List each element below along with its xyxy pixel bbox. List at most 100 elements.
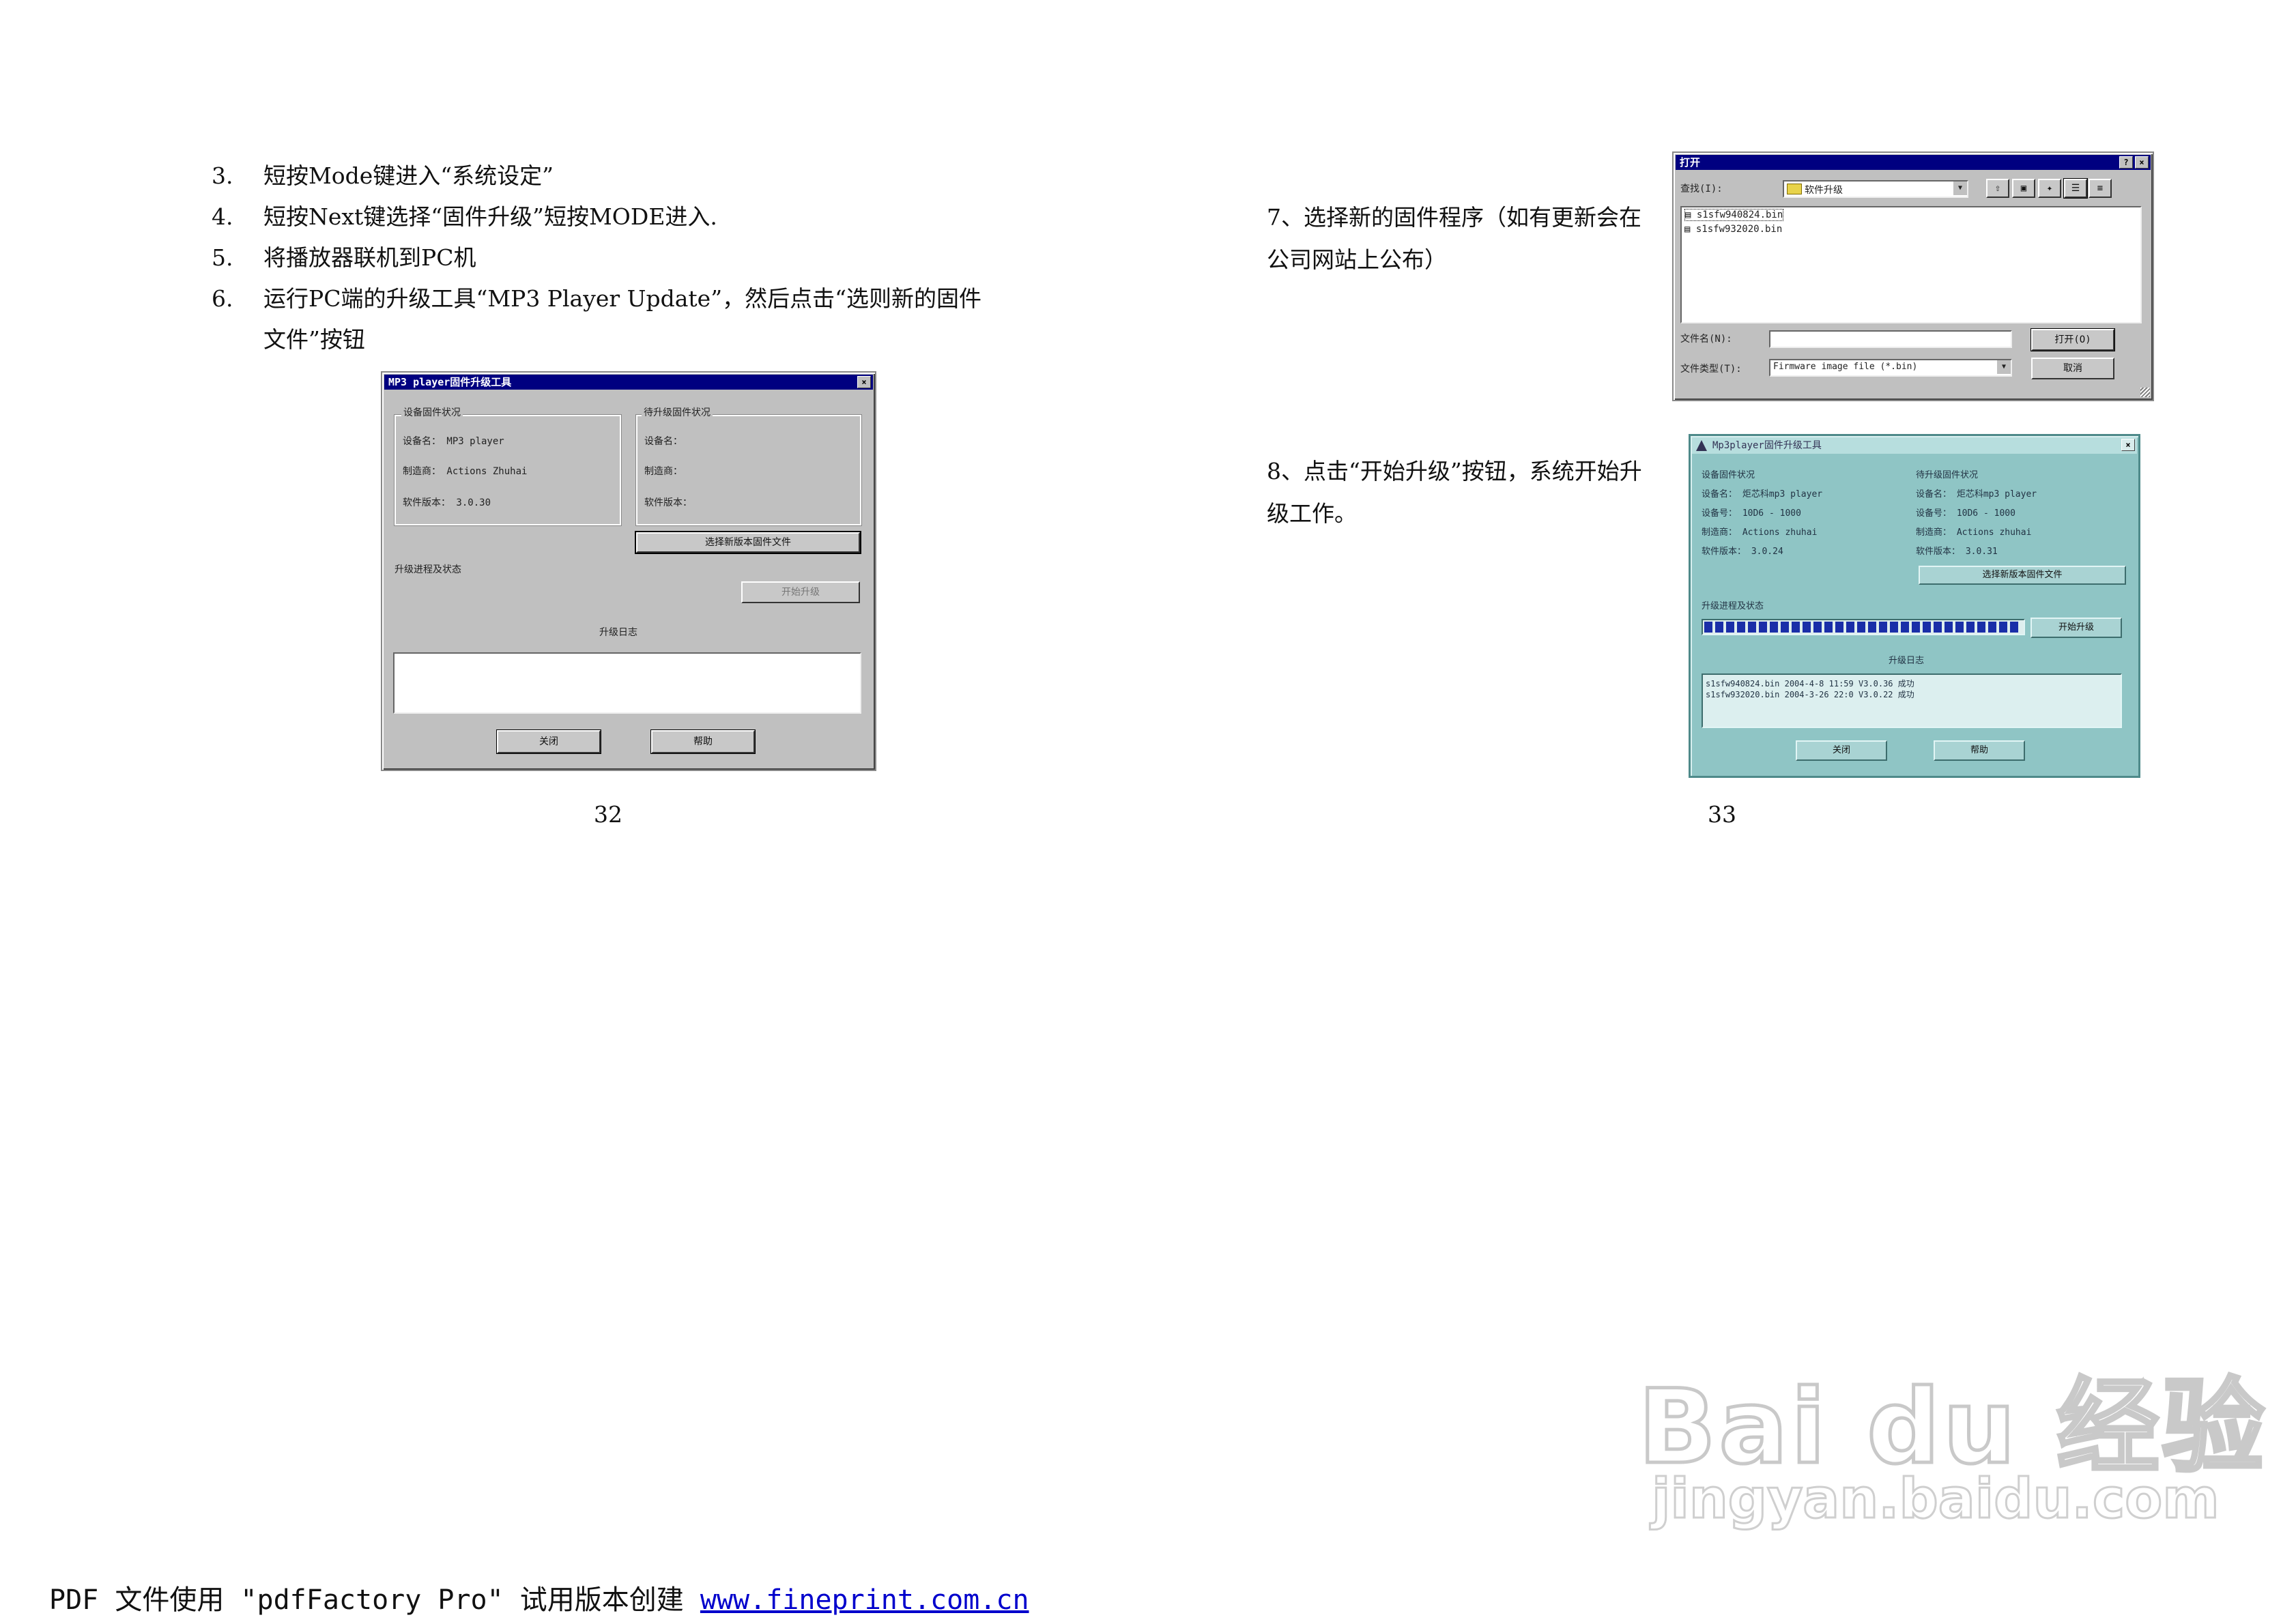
step-7-text: 7、选择新的固件程序（如有更新会在公司网站上公布） [1267,204,1641,273]
new-version-label: 软件版本： 3.0.31 [1916,547,1998,557]
open-dialog-titlebar: 打开 × ? [1676,155,2151,170]
device-group-title: 设备固件状况 [401,405,463,419]
list-view-icon[interactable]: ☰ [2064,179,2087,198]
log-line: s1sfw940824.bin 2004-4-8 11:59 V3.0.36 成… [1706,679,1914,688]
lookin-value: 软件升级 [1805,185,1843,196]
new-device-id-label: 设备号： 10D6 - 1000 [1916,508,2015,519]
help-button[interactable]: 帮助 [651,730,755,753]
page-number-32: 32 [594,801,622,828]
step-4: 4. 短按Next键选择“固件升级”短按MODE进入. [212,203,717,230]
new-group-title: 待升级固件状况 [642,405,713,419]
log-box: s1sfw940824.bin 2004-4-8 11:59 V3.0.36 成… [1702,673,2122,728]
pdf-footer: PDF 文件使用 "pdfFactory Pro" 试用版本创建 www.fin… [49,1578,1029,1617]
start-upgrade-button[interactable]: 开始升级 [2030,618,2122,638]
folder-icon [1787,184,1802,194]
up-folder-icon[interactable]: ⇧ [1986,179,2009,198]
progress-segment [1868,622,1876,633]
progress-segment [1748,622,1756,633]
device-name-label: 设备名： MP3 player [403,436,504,447]
progress-fill [1703,620,2024,634]
filename-label: 文件名(N): [1680,334,1732,345]
manufacturer-label: 制造商： Actions Zhuhai [403,466,528,477]
log-line: s1sfw932020.bin 2004-3-26 22:0 V3.0.22 成… [1706,690,1914,699]
progress-segment [1704,622,1712,633]
progress-segment [1759,622,1767,633]
progress-segment [1737,622,1745,633]
dialog-titlebar: MP3 player固件升级工具 × [384,375,873,390]
progress-segment [1824,622,1833,633]
file-item[interactable]: ▤ s1sfw940824.bin [1684,209,1784,221]
cancel-button[interactable]: 取消 [2031,358,2114,379]
app-icon [1696,440,1707,451]
close-button[interactable]: 关闭 [497,730,601,753]
lookin-dropdown[interactable]: 软件升级 ▼ [1783,180,1968,198]
upgrade-tool-dialog: MP3 player固件升级工具 × 设备固件状况 设备名： MP3 playe… [381,371,876,771]
chevron-down-icon[interactable]: ▼ [1997,360,2011,374]
device-id-label: 设备号： 10D6 - 1000 [1702,508,1801,519]
baidu-watermark-url: jingyan.baidu.com [1651,1466,2221,1532]
log-box [393,652,861,714]
log-label: 升级日志 [1889,656,1925,666]
file-icon: ▤ [1685,209,1697,220]
file-list: ▤ s1sfw940824.bin ▤ s1sfw932020.bin [1680,206,2142,323]
progress-segment [1890,622,1898,633]
new-device-name-label: 设备名： [644,436,683,447]
progress-segment [1846,622,1854,633]
progress-segment [1879,622,1887,633]
new-folder-icon[interactable]: ✦ [2038,179,2061,198]
step-6: 6. 运行PC端的升级工具“MP3 Player Update”，然后点击“选则新… [212,285,981,312]
close-icon[interactable]: × [857,376,871,388]
device-name-label: 设备名： 炬芯科mp3 player [1702,489,1823,499]
new-version-label: 软件版本： [644,497,692,508]
progress-segment [1792,622,1800,633]
progress-segment [1955,622,1964,633]
progress-segment [1835,622,1843,633]
progress-label: 升级进程及状态 [1702,601,1764,611]
details-view-icon[interactable]: ≡ [2089,179,2112,198]
left-page-steps: 3. 短按Mode键进入“系统设定” 4. 短按Next键选择“固件升级”短按MOD… [212,156,981,360]
close-icon[interactable]: × [2135,156,2149,169]
page-number-33: 33 [1708,801,1736,828]
footer-link[interactable]: www.fineprint.com.cn [700,1584,1029,1616]
file-icon: ▤ [1684,224,1696,235]
file-item[interactable]: ▤ s1sfw932020.bin [1684,224,1782,235]
progress-bar [1702,619,2025,635]
filetype-value: Firmware image file (*.bin) [1773,362,1918,372]
progress-segment [2010,622,2018,633]
close-button[interactable]: 关闭 [1796,740,1887,761]
filename-input[interactable] [1769,330,2012,348]
resize-grip-icon[interactable] [2140,388,2150,397]
select-firmware-button[interactable]: 选择新版本固件文件 [636,532,860,553]
progress-segment [1770,622,1778,633]
chevron-down-icon[interactable]: ▼ [1953,182,1967,195]
open-button[interactable]: 打开(O) [2031,329,2114,351]
help-button[interactable]: 帮助 [1934,740,2025,761]
device-group-title: 设备固件状况 [1702,470,1755,480]
filetype-label: 文件类型(T): [1680,364,1742,375]
select-firmware-button[interactable]: 选择新版本固件文件 [1919,566,2126,585]
progress-segment [1923,622,1931,633]
step-5: 5. 将播放器联机到PC机 [212,244,476,271]
software-version-label: 软件版本： 3.0.30 [403,497,491,508]
progress-segment [1945,622,1953,633]
step-8-text: 8、点击“开始升级”按钮，系统开始升级工作。 [1267,458,1642,527]
upgrade-status-label: 升级进程及状态 [394,564,461,575]
lookin-label: 查找(I): [1680,184,1723,194]
filetype-dropdown[interactable]: Firmware image file (*.bin) ▼ [1769,359,2012,377]
progress-segment [1966,622,1975,633]
progress-segment [1715,622,1723,633]
progress-segment [1803,622,1811,633]
close-icon[interactable]: × [2121,439,2135,451]
progress-segment [1726,622,1734,633]
open-file-dialog: 打开 × ? 查找(I): 软件升级 ▼ ⇧ ▣ ✦ ☰ ≡ ▤ s1sfw94… [1672,151,2154,401]
desktop-icon[interactable]: ▣ [2012,179,2035,198]
manufacturer-label: 制造商： Actions zhuhai [1702,527,1818,538]
progress-segment [1781,622,1789,633]
help-icon[interactable]: ? [2119,156,2133,169]
start-upgrade-button[interactable]: 开始升级 [741,581,860,603]
new-device-name-label: 设备名： 炬芯科mp3 player [1916,489,2037,499]
progress-segment [1988,622,1996,633]
new-manufacturer-label: 制造商： Actions zhuhai [1916,527,2032,538]
step-3: 3. 短按Mode键进入“系统设定” [212,162,554,189]
teal-titlebar: Mp3player固件升级工具 × [1692,437,2137,454]
